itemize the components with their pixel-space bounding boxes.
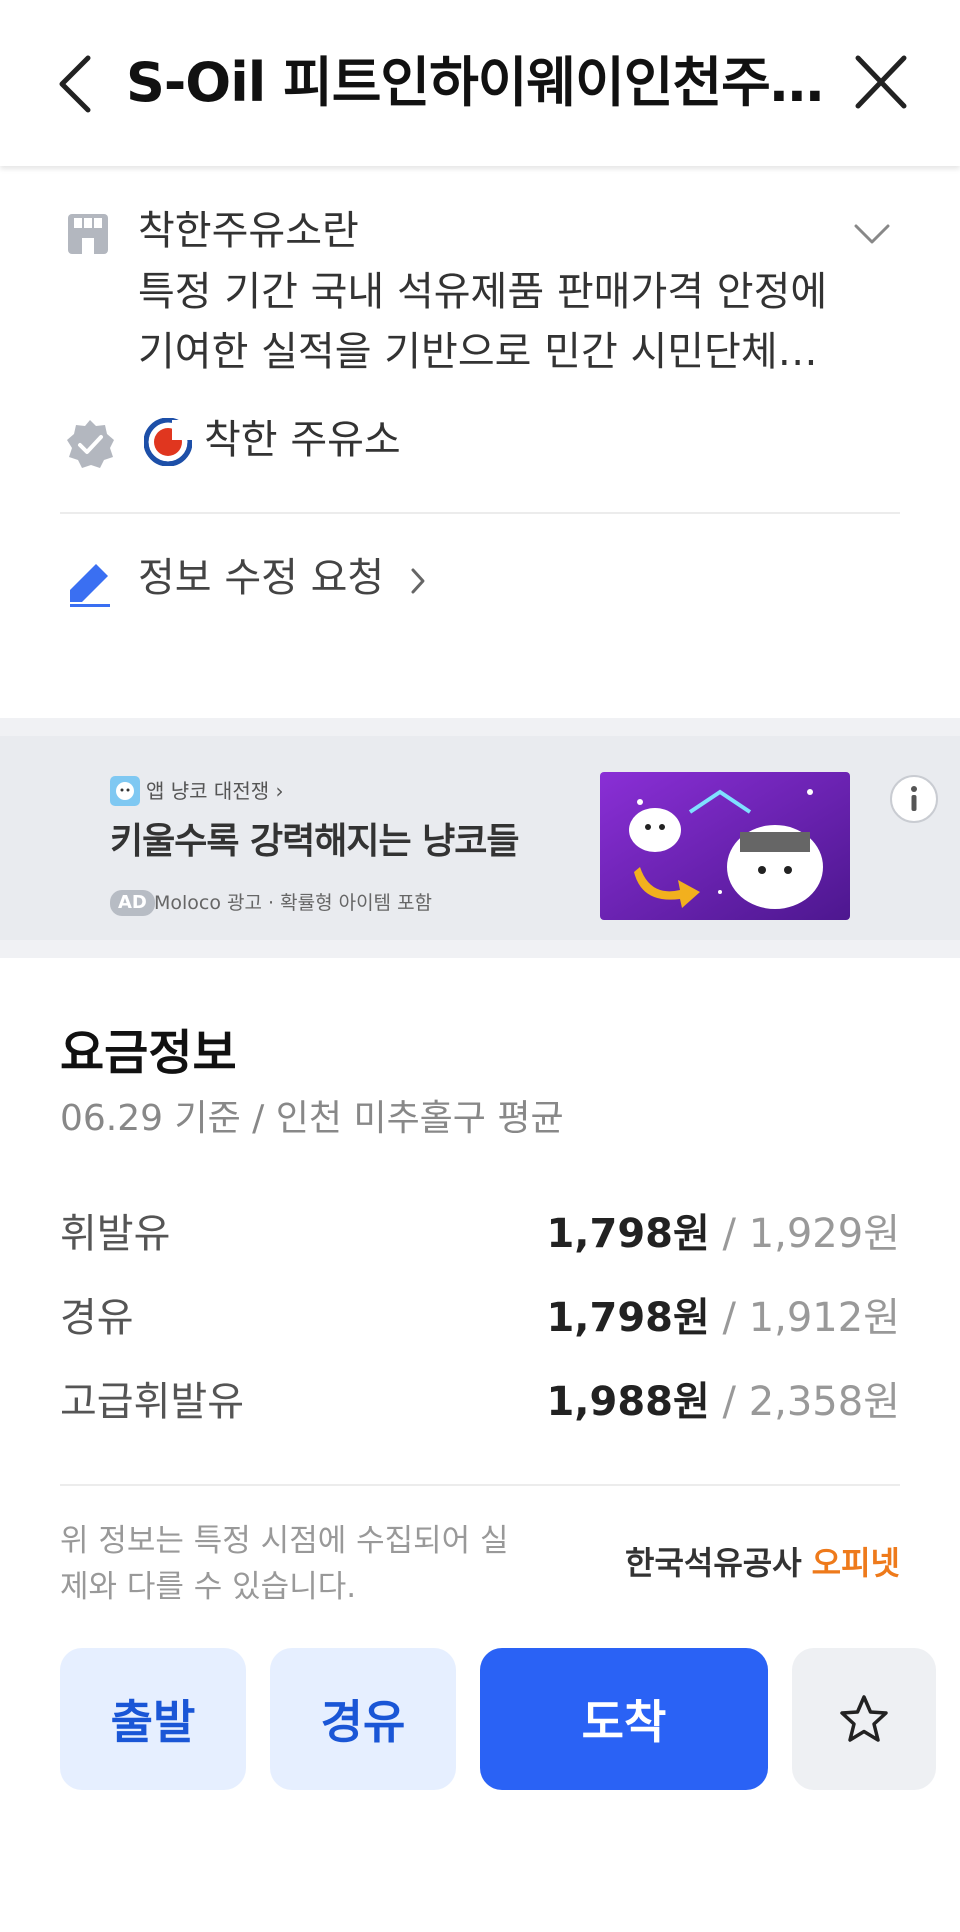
price-separator: / [709, 1295, 749, 1341]
area-average-price: 2,358원 [748, 1379, 900, 1425]
ad-banner[interactable]: 앱 냥코 대전쟁 › 키울수록 강력해지는 냥코들 AD Moloco 광고 ·… [0, 736, 960, 940]
arrive-button[interactable]: 도착 [480, 1648, 768, 1790]
ad-info-button[interactable] [889, 774, 939, 824]
source-organization: 한국석유공사 [625, 1544, 802, 1582]
ad-app-name[interactable]: 앱 냥코 대전쟁 › [146, 776, 283, 806]
intro-description: 특정 기간 국내 석유제품 판매가격 안정에 기여한 실적을 기반으로 민간 시… [138, 269, 828, 375]
divider [60, 1484, 900, 1486]
intro-title: 착한주유소란 [138, 208, 359, 254]
star-icon [840, 1695, 888, 1742]
fuel-type: 휘발유 [60, 1211, 171, 1257]
store-icon [66, 212, 110, 256]
price-separator: / [709, 1211, 749, 1257]
close-icon [855, 55, 907, 109]
via-button[interactable]: 경유 [270, 1648, 456, 1790]
ad-sponsor: Moloco 광고 · 확률형 아이템 포함 [154, 892, 433, 914]
verified-badge-icon [64, 418, 116, 470]
fuel-price-group: 1,988원 / 2,358원 [546, 1372, 900, 1440]
price-separator: / [709, 1379, 749, 1425]
price-subtitle: 06.29 기준 / 인천 미추홀구 평균 [60, 1098, 564, 1139]
fuel-type: 경유 [60, 1295, 134, 1341]
fuel-price: 1,798원 [546, 1295, 710, 1341]
source-brand: 오피넷 [811, 1544, 900, 1582]
area-average-price: 1,912원 [748, 1295, 900, 1341]
ad-section: 앱 냥코 대전쟁 › 키울수록 강력해지는 냥코들 AD Moloco 광고 ·… [0, 718, 960, 958]
ad-headline[interactable]: 키울수록 강력해지는 냥코들 [110, 816, 520, 868]
good-station-label: 착한 주유소 [204, 417, 401, 463]
fuel-price: 1,798원 [546, 1211, 710, 1257]
pencil-icon [66, 560, 114, 608]
price-row: 휘발유 1,798원 / 1,929원 [60, 1204, 900, 1264]
page-title: S-Oil 피트인하이웨이인천주유소 [126, 51, 826, 114]
data-notice: 위 정보는 특정 시점에 수집되어 실제와 다를 수 있습니다. [60, 1523, 509, 1605]
ad-badge: AD [110, 890, 155, 916]
data-source[interactable]: 한국석유공사 오피넷 [625, 1538, 900, 1588]
fuel-price-group: 1,798원 / 1,912원 [546, 1288, 900, 1356]
ad-image[interactable] [600, 772, 850, 920]
fuel-price-group: 1,798원 / 1,929원 [546, 1204, 900, 1272]
edit-request-link[interactable]: 정보 수정 요청 [138, 548, 384, 608]
chevron-down-icon [854, 224, 890, 244]
area-average-price: 1,929원 [748, 1211, 900, 1257]
info-icon [890, 775, 938, 823]
price-row: 경유 1,798원 / 1,912원 [60, 1288, 900, 1348]
close-button[interactable] [852, 52, 910, 112]
chevron-left-icon [59, 55, 91, 113]
fuel-price: 1,988원 [546, 1379, 710, 1425]
back-button[interactable] [52, 52, 102, 116]
top-bar: S-Oil 피트인하이웨이인천주유소 [0, 0, 960, 166]
favorite-button[interactable] [792, 1648, 936, 1790]
chevron-right-icon [408, 566, 428, 596]
price-row: 고급휘발유 1,988원 / 2,358원 [60, 1372, 900, 1432]
good-station-logo-icon [143, 417, 193, 467]
fuel-type: 고급휘발유 [60, 1379, 244, 1425]
price-section-title: 요금정보 [60, 1025, 237, 1081]
expand-button[interactable] [852, 220, 892, 248]
depart-button[interactable]: 출발 [60, 1648, 246, 1790]
divider [60, 512, 900, 514]
app-icon [110, 776, 140, 806]
